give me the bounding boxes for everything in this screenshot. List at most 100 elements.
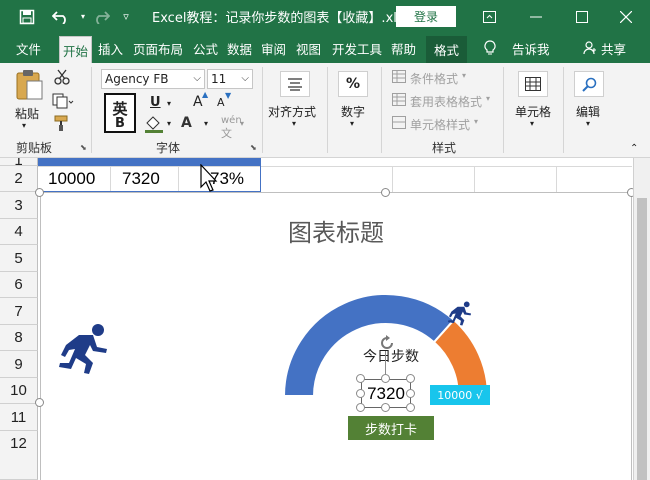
save-icon[interactable] [14,0,40,33]
row-header-1[interactable]: 1 [0,158,38,166]
cells-dropdown-icon[interactable]: ▾ [530,119,534,128]
gauge-svg [282,293,490,397]
tab-format[interactable]: 格式 [426,36,468,63]
conditional-format-icon[interactable] [392,70,406,86]
login-button[interactable]: 登录 [396,6,456,27]
undo-icon[interactable] [46,0,76,33]
cell-styles-button[interactable]: 单元格样式 [410,116,470,133]
grow-arrow-icon: ▲ [202,90,209,99]
copy-icon[interactable] [52,93,74,112]
font-color-dropdown-icon[interactable]: ▾ [204,119,208,128]
excel-window: ▾ ▿ Excel教程：记录你步数的图表【收藏】.xlsx... 登录 文件 开… [0,0,650,480]
cut-icon[interactable] [54,69,70,88]
worksheet-grid[interactable]: 1 2 3 4 5 6 7 8 9 10 11 12 10000 7320 73… [0,158,650,480]
step-checkin-button[interactable]: 步数打卡 [348,416,434,440]
cell-styles-dropdown-icon[interactable]: ▾ [474,117,478,126]
cells-button[interactable]: 单元格 [515,103,551,120]
tab-view[interactable]: 视图 [296,33,321,63]
row-header-5[interactable]: 5 [0,245,38,272]
alignment-dropdown-icon[interactable]: ▾ [292,119,296,128]
minimize-icon[interactable] [522,0,550,33]
scrollbar-thumb[interactable] [637,198,647,480]
share-button[interactable]: 共享 [601,33,626,63]
close-icon[interactable] [612,0,640,33]
row-header-8[interactable]: 8 [0,325,38,351]
lightbulb-icon [484,33,496,63]
font-size-combo[interactable]: 11 ⌵ [207,69,253,89]
chevron-down-icon[interactable]: ⌵ [193,70,201,88]
tab-data[interactable]: 数据 [227,33,252,63]
fill-color-icon[interactable] [144,115,166,136]
number-button[interactable]: 数字 [341,103,365,120]
vertical-scrollbar[interactable] [633,158,650,480]
table-format-icon[interactable] [392,93,406,109]
collapse-ribbon-icon[interactable]: ⌃ [630,143,638,154]
redo-icon[interactable] [88,0,114,33]
cells-icon[interactable] [518,71,548,97]
paste-icon[interactable] [14,69,44,104]
row-header-4[interactable]: 4 [0,219,38,245]
target-tag[interactable]: 10000 √ [430,385,490,405]
cell-styles-icon[interactable] [392,116,406,132]
row-header-2[interactable]: 2 [0,166,38,192]
tab-formulas[interactable]: 公式 [193,33,218,63]
row-header-11[interactable]: 11 [0,404,38,431]
tab-help[interactable]: 帮助 [391,33,416,63]
table-format-dropdown-icon[interactable]: ▾ [486,94,490,103]
font-group-label: 字体 [156,141,181,155]
search-icon[interactable] [574,71,604,97]
format-painter-icon[interactable] [53,115,69,134]
tab-home[interactable]: 开始 [59,36,93,63]
runner-icon[interactable] [57,323,111,379]
font-name-combo[interactable]: Agency FB ⌵ [101,69,205,89]
font-color-icon[interactable]: A [181,115,192,131]
number-format-icon[interactable]: % [338,71,368,97]
conditional-format-dropdown-icon[interactable]: ▾ [462,71,466,80]
runner-icon[interactable] [447,301,473,330]
person-icon [583,33,597,63]
row-header-10[interactable]: 10 [0,378,38,404]
tab-review[interactable]: 审阅 [261,33,286,63]
table-format-button[interactable]: 套用表格格式 [410,93,482,110]
undo-dropdown-icon[interactable]: ▾ [78,0,88,33]
tab-file[interactable]: 文件 [16,33,41,63]
styles-group-label: 样式 [432,141,457,155]
ribbon-display-options-icon[interactable] [478,0,500,33]
maximize-icon[interactable] [568,0,596,33]
phonetic-dropdown-icon[interactable]: ▾ [240,119,244,128]
tab-developer[interactable]: 开发工具 [332,33,382,63]
tab-page-layout[interactable]: 页面布局 [133,33,183,63]
table-header-row [38,158,260,166]
clipboard-launcher-icon[interactable]: ⬊ [80,143,87,152]
customize-qat-icon[interactable]: ▿ [118,0,134,33]
tell-me-box[interactable]: 告诉我 [512,33,550,63]
paste-dropdown-icon[interactable]: ▾ [22,121,26,130]
shrink-font-button[interactable]: A [217,96,225,109]
row-header-6[interactable]: 6 [0,272,38,298]
conditional-format-button[interactable]: 条件格式 [410,70,458,87]
row-header-9[interactable]: 9 [0,351,38,378]
underline-dropdown-icon[interactable]: ▾ [167,99,171,108]
underline-button[interactable]: U [150,95,161,110]
cell-b2[interactable]: 7320 [122,166,160,192]
paste-button[interactable]: 粘贴 [15,105,39,122]
alignment-icon[interactable] [280,71,310,97]
font-launcher-icon[interactable]: ⬊ [250,143,257,152]
row-header-3[interactable]: 3 [0,192,38,219]
number-dropdown-icon[interactable]: ▾ [350,119,354,128]
rotate-handle-icon[interactable] [379,335,395,355]
cell-a2[interactable]: 10000 [48,166,95,192]
tab-insert[interactable]: 插入 [98,33,123,63]
chevron-down-icon[interactable]: ⌵ [241,70,249,88]
title-bar: ▾ ▿ Excel教程：记录你步数的图表【收藏】.xlsx... 登录 [0,0,650,33]
clipboard-group-label: 剪贴板 [16,141,53,155]
row-header-12[interactable]: 12 [0,431,38,480]
row-header-7[interactable]: 7 [0,298,38,325]
gauge-chart[interactable]: 图表标题 今日步数 7320 10000 √ 步数打卡 [40,192,632,480]
window-title: Excel教程：记录你步数的图表【收藏】.xlsx... [152,11,424,26]
editing-dropdown-icon[interactable]: ▾ [586,119,590,128]
fill-color-dropdown-icon[interactable]: ▾ [167,119,171,128]
editing-button[interactable]: 编辑 [576,103,600,120]
alignment-button[interactable]: 对齐方式 [268,103,316,120]
bold-button[interactable]: B [104,117,136,133]
